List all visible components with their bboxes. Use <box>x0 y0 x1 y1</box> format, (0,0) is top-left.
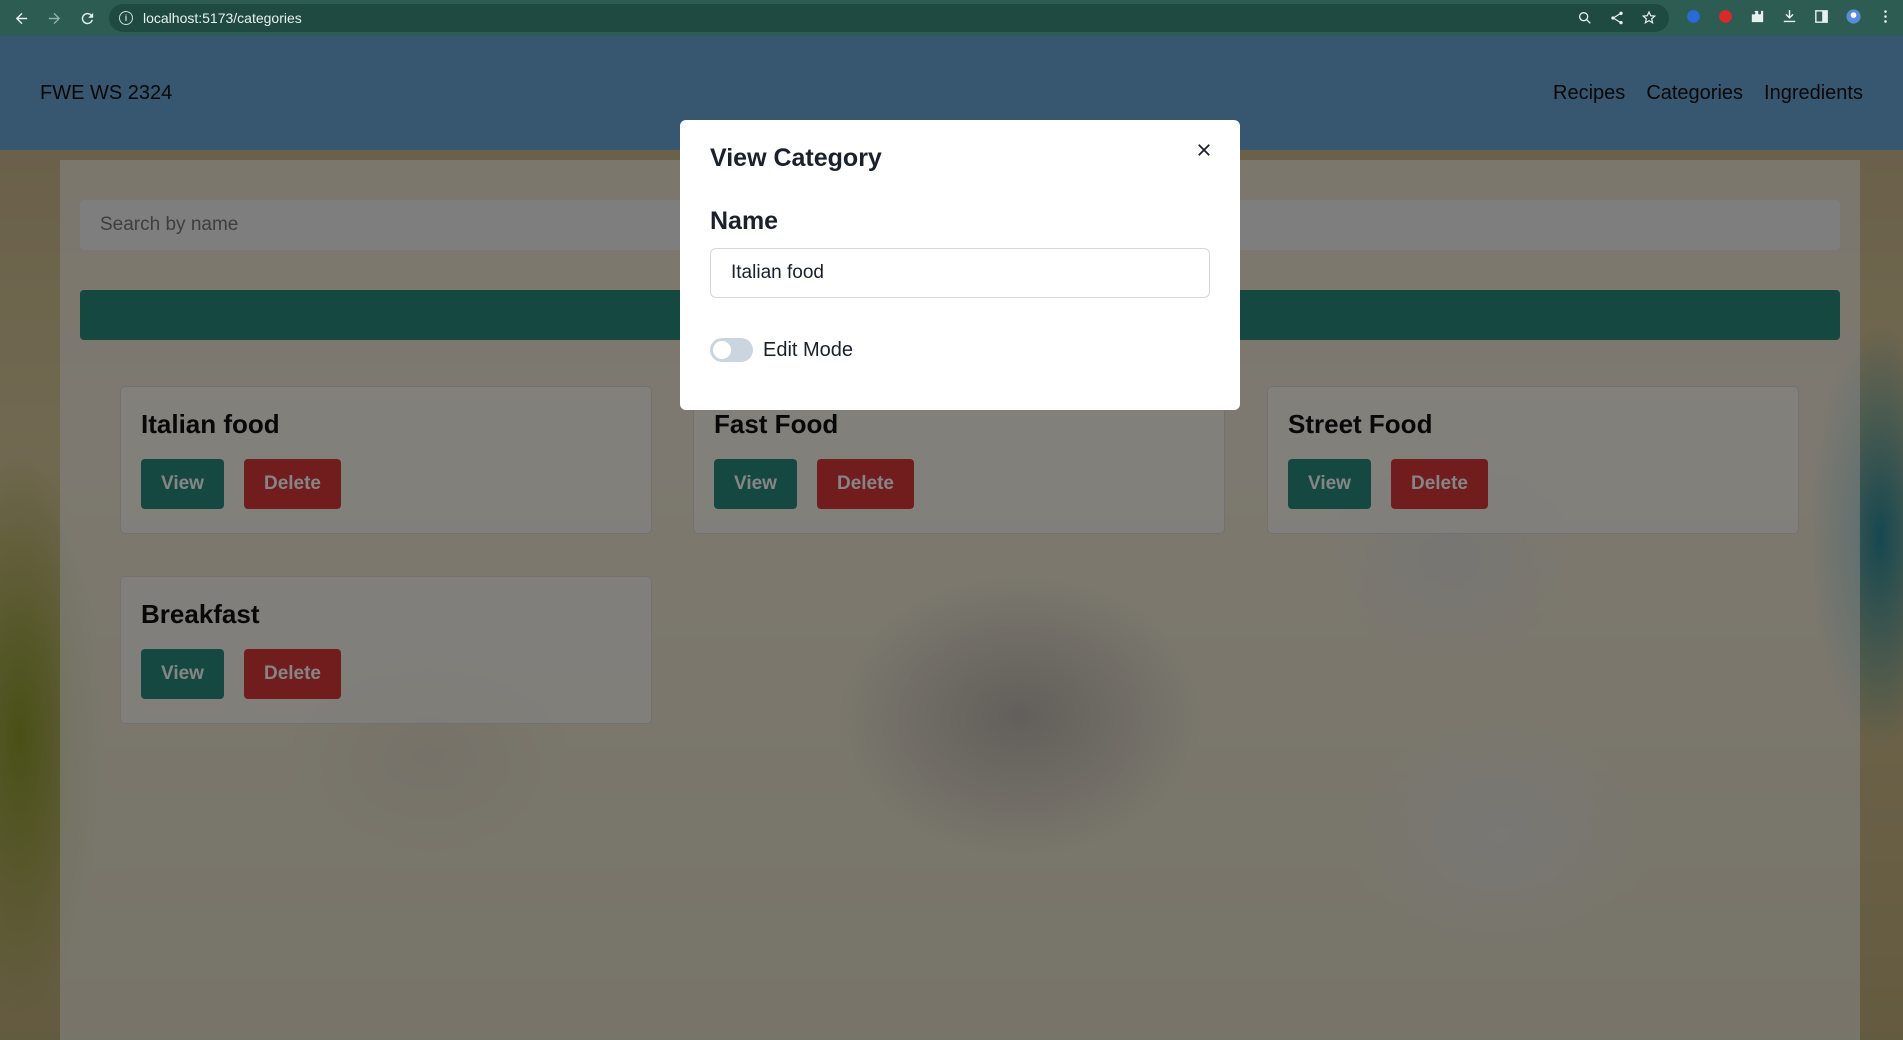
toggle-knob <box>713 341 731 359</box>
close-icon[interactable] <box>1192 138 1216 162</box>
side-panel-icon[interactable] <box>1811 6 1831 26</box>
browser-menu-icon[interactable] <box>1875 6 1895 26</box>
page: FWE WS 2324 Recipes Categories Ingredien… <box>0 36 1903 1040</box>
edit-mode-toggle[interactable] <box>710 338 753 362</box>
extension-blue-icon[interactable] <box>1683 6 1703 26</box>
profile-avatar-icon[interactable] <box>1843 6 1863 26</box>
address-bar[interactable]: i localhost:5173/categories <box>109 4 1669 32</box>
site-info-icon[interactable]: i <box>119 11 133 25</box>
browser-toolbar: i localhost:5173/categories <box>0 0 1903 36</box>
name-label: Name <box>710 207 779 235</box>
url-text: localhost:5173/categories <box>143 10 302 26</box>
edit-mode-label: Edit Mode <box>763 338 854 361</box>
view-category-modal: View Category Name Italian food Edit Mod… <box>680 120 1240 410</box>
forward-icon[interactable] <box>42 6 66 30</box>
download-icon[interactable] <box>1779 6 1799 26</box>
extension-red-icon[interactable] <box>1715 6 1735 26</box>
modal-title: View Category <box>710 144 882 172</box>
extensions-puzzle-icon[interactable] <box>1747 6 1767 26</box>
share-icon[interactable] <box>1609 10 1625 26</box>
bookmark-star-icon[interactable] <box>1641 10 1657 26</box>
edit-mode-row: Edit Mode <box>710 338 1210 362</box>
reload-icon[interactable] <box>75 6 99 30</box>
zoom-icon[interactable] <box>1577 10 1593 26</box>
name-field[interactable]: Italian food <box>710 248 1210 298</box>
back-icon[interactable] <box>9 6 33 30</box>
